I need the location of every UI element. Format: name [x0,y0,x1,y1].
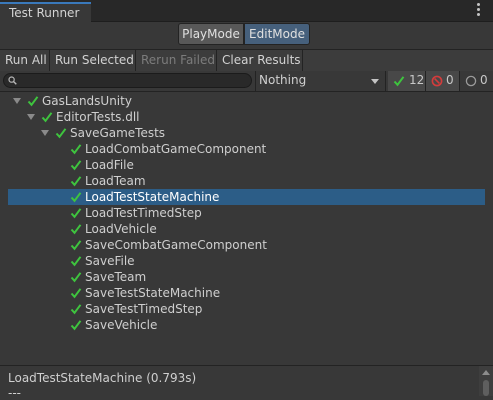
check-icon [70,288,82,299]
check-icon [27,96,39,107]
run-all-button[interactable]: Run All [0,50,50,71]
test-name: SaveFile [85,254,135,268]
test-row[interactable]: LoadTestTimedStep [8,205,485,221]
test-details-pane: LoadTestStateMachine (0.793s) --- [0,366,493,400]
check-icon [55,128,67,139]
check-icon [41,112,53,123]
test-row[interactable]: SaveTeam [8,269,485,285]
check-icon [70,144,82,155]
selected-test-result: LoadTestStateMachine (0.793s) [8,371,197,385]
foldout-arrow-icon[interactable] [27,114,35,120]
fail-icon [431,75,443,87]
clear-results-button[interactable]: Clear Results [217,50,303,71]
mode-switch-bar: PlayMode EditMode [0,22,493,48]
foldout-arrow-icon[interactable] [13,98,21,104]
test-name: SaveTeam [85,270,147,284]
check-icon [70,256,82,267]
filter-bar: Nothing 12 0 0 [0,71,493,92]
details-scrollbar[interactable] [479,366,493,396]
test-name: SaveTestTimedStep [85,302,203,316]
check-icon [70,320,82,331]
test-row[interactable]: LoadCombatGameComponent [8,141,485,157]
tab-test-runner[interactable]: Test Runner [0,2,91,22]
check-icon [70,160,82,171]
test-row[interactable]: SaveCombatGameComponent [8,237,485,253]
test-name: SaveCombatGameComponent [85,238,267,252]
check-icon [70,272,82,283]
search-input[interactable] [20,74,245,87]
test-row[interactable]: SaveFile [8,253,485,269]
tree-node-assembly[interactable]: EditorTests.dll [8,109,485,125]
search-icon [8,76,17,85]
test-row[interactable]: SaveTestStateMachine [8,285,485,301]
test-tree: GasLandsUnity EditorTests.dll SaveGameTe… [0,92,493,365]
playmode-tab[interactable]: PlayMode [178,23,244,45]
check-icon [70,304,82,315]
chevron-down-icon [371,79,379,84]
passed-count: 12 [409,73,425,87]
tree-node-label: EditorTests.dll [56,110,140,124]
failed-filter-toggle[interactable]: 0 [426,71,460,91]
toolbar: Run All Run Selected Rerun Failed Clear … [0,49,493,72]
check-icon [393,76,405,87]
skip-icon [465,75,477,87]
test-name: SaveVehicle [85,318,158,332]
test-name: LoadTeam [85,174,146,188]
run-selected-button[interactable]: Run Selected [50,50,136,71]
scrollbar-thumb[interactable] [483,380,489,396]
test-name: LoadCombatGameComponent [85,142,267,156]
test-row[interactable]: LoadVehicle [8,221,485,237]
foldout-arrow-icon[interactable] [41,130,49,136]
tree-node-label: SaveGameTests [70,126,166,140]
check-icon [70,240,82,251]
skipped-filter-toggle[interactable]: 0 [460,71,493,91]
rerun-failed-button[interactable]: Rerun Failed [136,50,217,71]
tree-node-fixture[interactable]: SaveGameTests [8,125,485,141]
tree-node-label: GasLandsUnity [42,94,132,108]
skipped-count: 0 [480,73,488,87]
test-name: LoadVehicle [85,222,157,236]
test-name: LoadTestStateMachine [85,190,220,204]
test-name: LoadFile [85,158,134,172]
window-tab-bar: Test Runner [0,0,493,22]
test-row[interactable]: SaveTestTimedStep [8,301,485,317]
test-row[interactable]: SaveVehicle [8,317,485,333]
failed-count: 0 [446,73,454,87]
tab-title: Test Runner [9,6,80,20]
editmode-tab[interactable]: EditMode [244,23,310,45]
check-icon [70,208,82,219]
scroll-up-icon[interactable] [482,370,490,375]
test-row[interactable]: LoadFile [8,157,485,173]
test-name: LoadTestTimedStep [85,206,202,220]
kebab-menu-icon[interactable] [477,3,481,17]
test-row[interactable]: LoadTeam [8,173,485,189]
test-name: SaveTestStateMachine [85,286,221,300]
category-dropdown[interactable]: Nothing [255,71,386,91]
category-selected-value: Nothing [259,73,307,87]
details-separator: --- [8,386,21,400]
search-field[interactable] [3,73,252,88]
check-icon [70,192,82,203]
passed-filter-toggle[interactable]: 12 [388,71,426,91]
check-icon [70,224,82,235]
tree-node-project[interactable]: GasLandsUnity [8,93,485,109]
test-row-selected[interactable]: LoadTestStateMachine [8,189,485,205]
check-icon [70,176,82,187]
